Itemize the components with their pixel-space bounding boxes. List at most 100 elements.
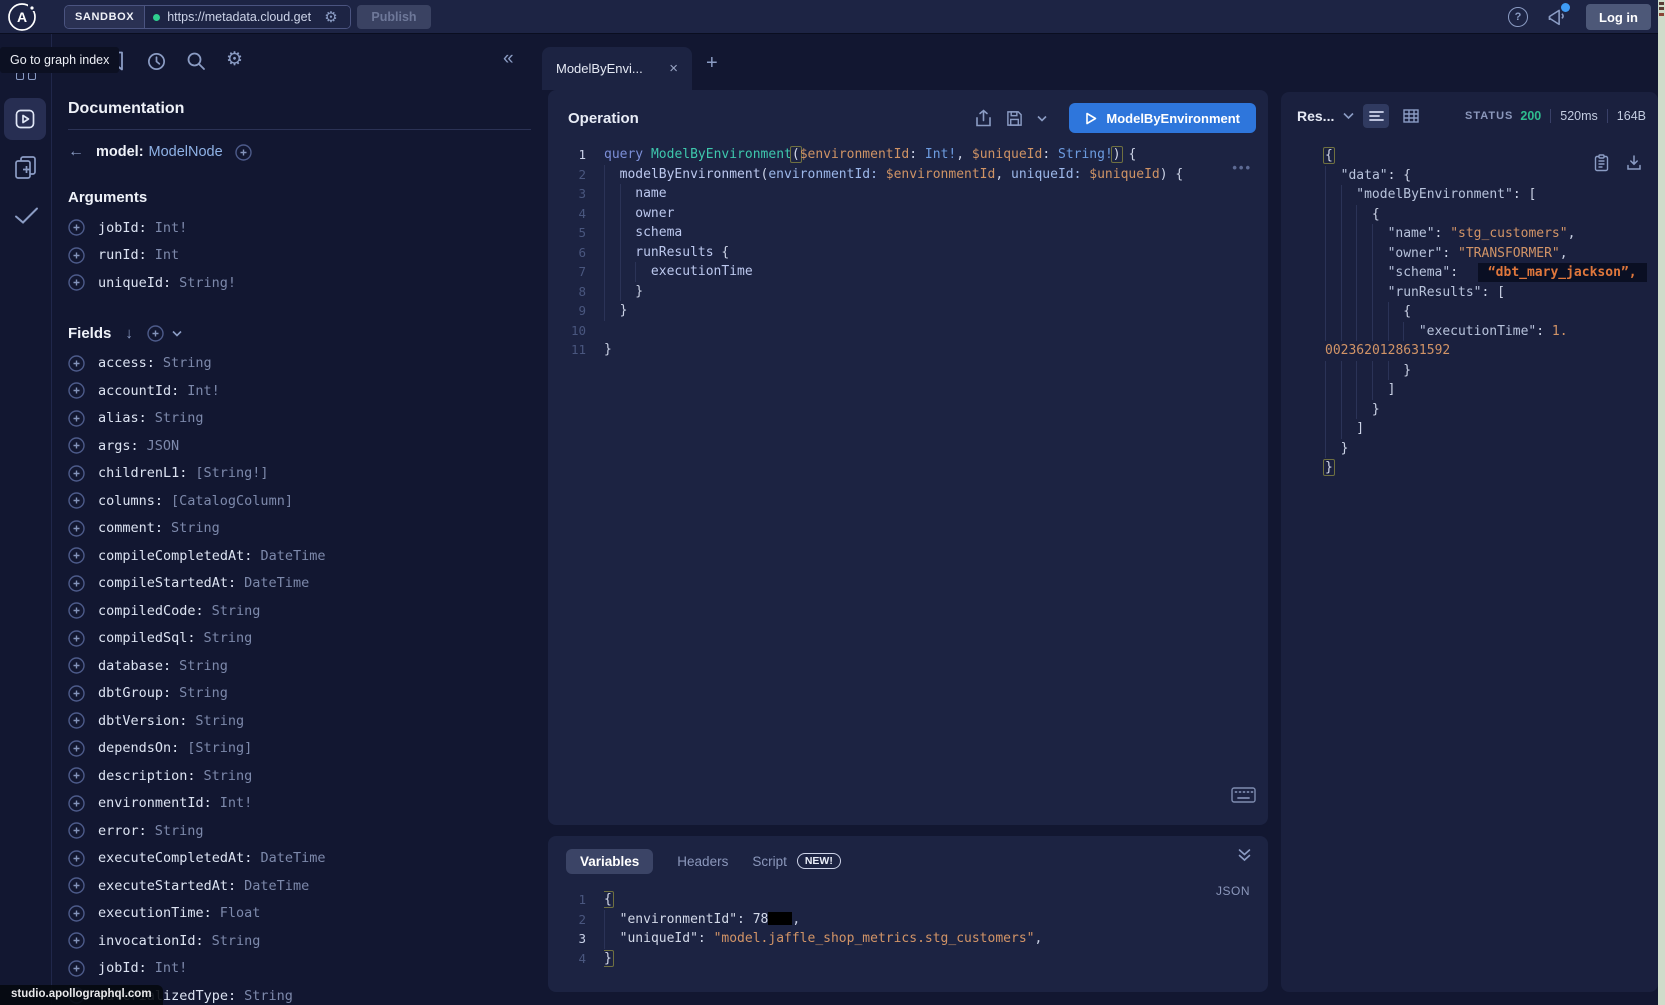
field-type[interactable]: String bbox=[212, 933, 261, 949]
tab-variables[interactable]: Variables bbox=[566, 849, 653, 874]
editor-menu-icon[interactable]: ••• bbox=[1232, 160, 1252, 175]
add-field-icon[interactable] bbox=[68, 219, 85, 236]
field-type[interactable]: DateTime bbox=[244, 878, 309, 894]
share-operation-icon[interactable] bbox=[975, 109, 992, 128]
table-view-icon[interactable] bbox=[1398, 104, 1424, 128]
field-name[interactable]: childrenL1: bbox=[98, 465, 187, 481]
add-field-icon[interactable] bbox=[68, 492, 85, 509]
field-type[interactable]: Int! bbox=[187, 383, 220, 399]
add-field-icon[interactable] bbox=[68, 437, 85, 454]
add-field-icon[interactable] bbox=[68, 602, 85, 619]
field-name[interactable]: uniqueId: bbox=[98, 275, 171, 291]
add-field-icon[interactable] bbox=[68, 274, 85, 291]
new-tab-icon[interactable]: + bbox=[706, 52, 718, 75]
apollo-logo-icon[interactable]: A bbox=[6, 1, 38, 33]
add-field-icon[interactable] bbox=[68, 355, 85, 372]
field-name[interactable]: executeStartedAt: bbox=[98, 878, 236, 894]
field-name[interactable]: compileStartedAt: bbox=[98, 575, 236, 591]
field-name[interactable]: environmentId: bbox=[98, 795, 212, 811]
endpoint-url-field[interactable]: https://metadata.cloud.get ⚙ bbox=[145, 6, 350, 28]
keyboard-shortcuts-icon[interactable] bbox=[1231, 787, 1256, 803]
collapse-variables-icon[interactable] bbox=[1237, 848, 1252, 862]
field-type[interactable]: String bbox=[195, 713, 244, 729]
field-type[interactable]: Int bbox=[155, 247, 179, 263]
graph-index-icon[interactable] bbox=[16, 72, 24, 80]
save-options-chevron-icon[interactable] bbox=[1037, 115, 1047, 122]
field-type[interactable]: [String!] bbox=[195, 465, 268, 481]
add-field-icon[interactable] bbox=[68, 905, 85, 922]
variables-editor[interactable]: 1234 {"environmentId": 78,"uniqueId": "m… bbox=[548, 890, 1268, 968]
field-type[interactable]: Int! bbox=[155, 220, 188, 236]
operation-code[interactable]: query ModelByEnvironment($environmentId:… bbox=[604, 145, 1268, 360]
add-field-icon[interactable] bbox=[68, 685, 85, 702]
field-type[interactable]: String bbox=[204, 630, 253, 646]
field-name[interactable]: compiledCode: bbox=[98, 603, 204, 619]
raw-view-icon[interactable] bbox=[1363, 104, 1389, 128]
field-type[interactable]: String bbox=[155, 410, 204, 426]
add-field-icon[interactable] bbox=[68, 767, 85, 784]
graph-index-icon[interactable] bbox=[28, 72, 36, 80]
doc-type-link[interactable]: ModelNode bbox=[149, 144, 223, 160]
back-icon[interactable]: ← bbox=[68, 143, 84, 161]
field-type[interactable]: Int! bbox=[220, 795, 253, 811]
history-icon[interactable] bbox=[146, 51, 167, 72]
sort-fields-icon[interactable]: ↓ bbox=[125, 325, 133, 342]
field-name[interactable]: dependsOn: bbox=[98, 740, 179, 756]
field-name[interactable]: jobId: bbox=[98, 960, 147, 976]
field-name[interactable]: executionTime: bbox=[98, 905, 212, 921]
field-type[interactable]: String! bbox=[179, 275, 236, 291]
checklist-nav-item[interactable] bbox=[13, 206, 40, 225]
variables-code[interactable]: {"environmentId": 78,"uniqueId": "model.… bbox=[604, 890, 1268, 968]
field-type[interactable]: String bbox=[244, 988, 293, 1004]
operation-tab[interactable]: ModelByEnvi... × bbox=[542, 47, 692, 90]
field-name[interactable]: compiledSql: bbox=[98, 630, 196, 646]
field-type[interactable]: Float bbox=[220, 905, 261, 921]
field-name[interactable]: description: bbox=[98, 768, 196, 784]
field-name[interactable]: runId: bbox=[98, 247, 147, 263]
add-field-icon[interactable] bbox=[68, 465, 85, 482]
field-name[interactable]: alias: bbox=[98, 410, 147, 426]
field-type[interactable]: String bbox=[163, 355, 212, 371]
collapse-panel-icon[interactable]: « bbox=[503, 48, 514, 70]
endpoint-settings-icon[interactable]: ⚙ bbox=[324, 10, 337, 25]
field-name[interactable]: dbtGroup: bbox=[98, 685, 171, 701]
field-name[interactable]: invocationId: bbox=[98, 933, 204, 949]
help-icon[interactable]: ? bbox=[1508, 7, 1528, 27]
add-field-icon[interactable] bbox=[68, 575, 85, 592]
add-field-icon[interactable] bbox=[68, 822, 85, 839]
login-button[interactable]: Log in bbox=[1586, 4, 1651, 30]
add-field-icon[interactable] bbox=[68, 795, 85, 812]
field-name[interactable]: compileCompletedAt: bbox=[98, 548, 252, 564]
field-type[interactable]: String bbox=[212, 603, 261, 619]
field-type[interactable]: [String] bbox=[187, 740, 252, 756]
field-type[interactable]: DateTime bbox=[260, 548, 325, 564]
copy-response-icon[interactable] bbox=[1594, 154, 1609, 172]
add-field-icon[interactable] bbox=[68, 630, 85, 647]
download-response-icon[interactable] bbox=[1626, 154, 1642, 172]
add-field-icon[interactable] bbox=[68, 960, 85, 977]
endpoint-url-text[interactable]: https://metadata.cloud.get bbox=[167, 10, 317, 24]
add-field-icon[interactable] bbox=[68, 547, 85, 564]
add-type-icon[interactable] bbox=[235, 144, 252, 161]
field-type[interactable]: String bbox=[179, 658, 228, 674]
add-field-icon[interactable] bbox=[68, 712, 85, 729]
field-name[interactable]: comment: bbox=[98, 520, 163, 536]
explorer-settings-icon[interactable]: ⚙ bbox=[226, 48, 243, 71]
add-all-fields-icon[interactable] bbox=[147, 325, 164, 342]
add-field-icon[interactable] bbox=[68, 657, 85, 674]
tab-script[interactable]: Script bbox=[752, 854, 787, 869]
announcements-icon[interactable] bbox=[1546, 6, 1568, 28]
field-type[interactable]: DateTime bbox=[260, 850, 325, 866]
field-type[interactable]: Int! bbox=[155, 960, 188, 976]
field-name[interactable]: access: bbox=[98, 355, 155, 371]
field-name[interactable]: database: bbox=[98, 658, 171, 674]
add-field-icon[interactable] bbox=[68, 740, 85, 757]
add-field-icon[interactable] bbox=[68, 850, 85, 867]
field-type[interactable]: String bbox=[204, 768, 253, 784]
add-field-icon[interactable] bbox=[68, 382, 85, 399]
save-operation-icon[interactable] bbox=[1006, 110, 1023, 127]
field-name[interactable]: columns: bbox=[98, 493, 163, 509]
publish-button[interactable]: Publish bbox=[357, 5, 431, 29]
tab-headers[interactable]: Headers bbox=[677, 854, 728, 869]
field-type[interactable]: [CatalogColumn] bbox=[171, 493, 293, 509]
